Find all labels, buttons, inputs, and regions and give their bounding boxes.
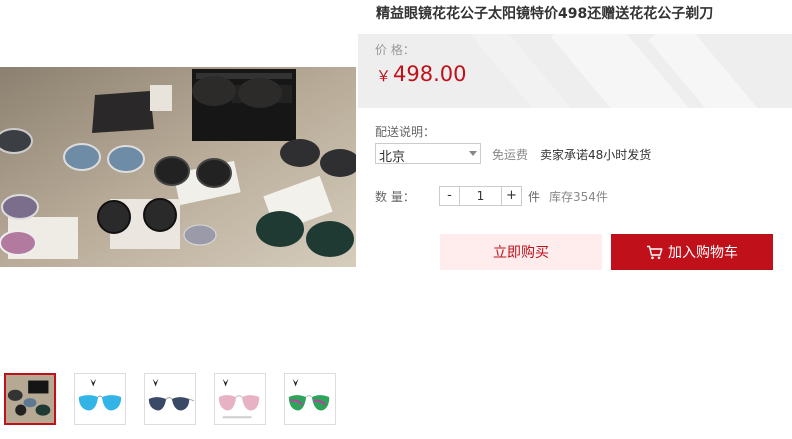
thumbnail-gallery [4, 373, 336, 429]
shipping-label: 配送说明： [375, 125, 436, 139]
thumbnail-blue-aviator[interactable] [74, 373, 126, 425]
quantity-input[interactable] [460, 186, 501, 206]
price-panel: 价 格： ￥498.00 [358, 34, 792, 108]
region-value: 北京 [379, 150, 406, 165]
thumbnail-dark-aviator[interactable] [144, 373, 196, 425]
chevron-down-icon [469, 151, 477, 156]
product-title: 精益眼镜花花公子太阳镜特价498还赠送花花公子剃刀 [376, 6, 714, 22]
quantity-label: 数 量： [375, 190, 415, 204]
thumbnail-pink-aviator[interactable] [214, 373, 266, 425]
decrease-quantity-button[interactable]: - [439, 186, 460, 206]
price-value: ￥498.00 [376, 62, 467, 86]
delivery-promise: 卖家承诺48小时发货 [540, 148, 652, 162]
add-to-cart-button[interactable]: 加入购物车 [611, 234, 773, 270]
main-product-image [0, 67, 356, 267]
quantity-stepper: - + [439, 186, 522, 206]
shopping-cart-icon [647, 245, 663, 259]
stock-count: 库存354件 [549, 190, 608, 204]
add-to-cart-label: 加入购物车 [668, 245, 738, 261]
increase-quantity-button[interactable]: + [501, 186, 522, 206]
currency-symbol: ￥ [376, 67, 392, 85]
free-shipping-text: 免运费 [492, 148, 529, 162]
price-label: 价 格： [375, 43, 415, 57]
quantity-unit: 件 [528, 190, 541, 204]
region-select[interactable]: 北京 [375, 143, 481, 165]
thumbnail-display-case[interactable] [4, 373, 56, 425]
price-amount: 498.00 [393, 62, 467, 86]
thumbnail-green-mirror[interactable] [284, 373, 336, 425]
buy-now-button[interactable]: 立即购买 [440, 234, 602, 270]
